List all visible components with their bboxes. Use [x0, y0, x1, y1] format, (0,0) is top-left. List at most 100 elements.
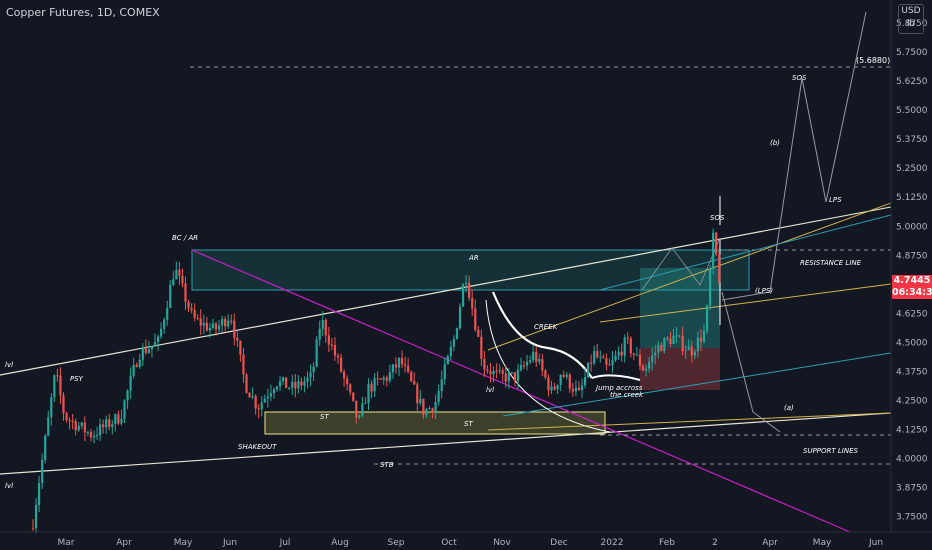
candle — [99, 418, 102, 441]
candle — [315, 336, 318, 368]
candle — [318, 320, 321, 347]
candle-body — [352, 392, 355, 401]
candle-body — [370, 383, 373, 392]
candle-body — [309, 372, 312, 378]
candle-body — [199, 318, 202, 326]
candle-body — [230, 320, 233, 322]
candle-body — [458, 306, 462, 329]
y-tick-label: 4.0000 — [896, 455, 928, 465]
candle — [407, 357, 410, 374]
price-chart[interactable]: BC / ARPSYSTSHAKEOUTSTBARCREEKSTlvl Jump … — [0, 0, 932, 550]
candle — [309, 364, 312, 387]
candle — [455, 327, 459, 340]
candle-body — [571, 388, 574, 392]
candle — [163, 317, 166, 334]
candle-body — [413, 381, 416, 385]
candle — [663, 337, 666, 354]
candle-body — [68, 420, 71, 422]
candle — [385, 375, 388, 387]
candle-body — [547, 377, 550, 391]
y-tick-label: 4.1250 — [896, 426, 928, 436]
candle — [233, 313, 236, 346]
x-tick-label: Apr — [762, 538, 778, 548]
candle-body — [434, 402, 437, 413]
candle — [364, 397, 367, 405]
candle-body — [391, 364, 394, 373]
candle-body — [59, 375, 62, 396]
candle — [156, 334, 160, 352]
candle — [620, 343, 623, 362]
candle-body — [227, 320, 230, 327]
candle — [483, 350, 486, 377]
candle — [541, 353, 544, 377]
candle-body — [641, 366, 645, 371]
candle-body — [92, 435, 96, 438]
candle-body — [65, 413, 68, 421]
candle — [230, 314, 233, 325]
y-tick-label: 4.6250 — [896, 309, 928, 319]
candle-body — [382, 377, 385, 380]
y-tick-label: 3.8750 — [896, 484, 928, 494]
candle-body — [626, 337, 629, 339]
candle — [282, 376, 285, 385]
chart-title: Copper Futures, 1D, COMEX — [6, 6, 160, 19]
candle — [92, 430, 96, 444]
candle-body — [367, 383, 370, 404]
x-tick-label: Nov — [493, 538, 511, 548]
candle — [263, 394, 266, 403]
ann-lps-2: LPS — [829, 196, 842, 204]
candle-body — [443, 364, 446, 380]
candle-body — [587, 362, 590, 378]
candle — [211, 318, 215, 330]
candle-body — [544, 370, 547, 378]
candle — [400, 350, 404, 369]
candle — [312, 362, 315, 382]
candle-body — [474, 308, 477, 330]
candle — [291, 374, 294, 395]
currency-unit-toggle[interactable]: USD lb — [898, 4, 924, 34]
candle-body — [306, 377, 309, 382]
candle — [254, 394, 257, 415]
candle-body — [31, 527, 35, 529]
candle — [419, 389, 422, 406]
candle — [34, 498, 38, 534]
candle — [303, 376, 306, 393]
candle — [346, 375, 349, 391]
candle-body — [245, 374, 248, 393]
candle — [132, 357, 135, 379]
candle-body — [248, 392, 251, 398]
candle — [553, 382, 556, 391]
candle-body — [102, 424, 105, 428]
y-tick-label: 5.6250 — [896, 77, 928, 87]
candle-body — [315, 339, 318, 367]
candle-body — [568, 374, 571, 389]
candle — [489, 362, 492, 383]
candle — [327, 326, 330, 353]
candle-body — [644, 368, 648, 371]
candle-body — [336, 355, 340, 358]
candle-body — [672, 335, 675, 344]
ann-bc-ar: BC / AR — [172, 234, 198, 242]
candle — [294, 373, 297, 398]
candle — [608, 358, 611, 366]
candle — [522, 360, 526, 370]
candle-body — [297, 381, 300, 389]
candle — [501, 367, 504, 382]
candle-body — [693, 351, 696, 356]
candle-body — [684, 350, 687, 352]
candle-body — [550, 386, 553, 391]
candle — [74, 418, 77, 436]
candle — [474, 299, 477, 332]
ann-sos-1: SOS — [710, 214, 725, 222]
candle-body — [95, 435, 99, 437]
candle — [373, 373, 376, 397]
candle — [31, 519, 35, 531]
ann-lvl-3: lvl — [5, 482, 13, 490]
candle-body — [83, 422, 86, 433]
candle-body — [623, 337, 626, 356]
candle-body — [349, 384, 352, 393]
candle-body — [501, 370, 504, 374]
x-tick-label: Feb — [659, 538, 675, 548]
candle-body — [440, 379, 443, 392]
candle-body — [41, 459, 44, 484]
